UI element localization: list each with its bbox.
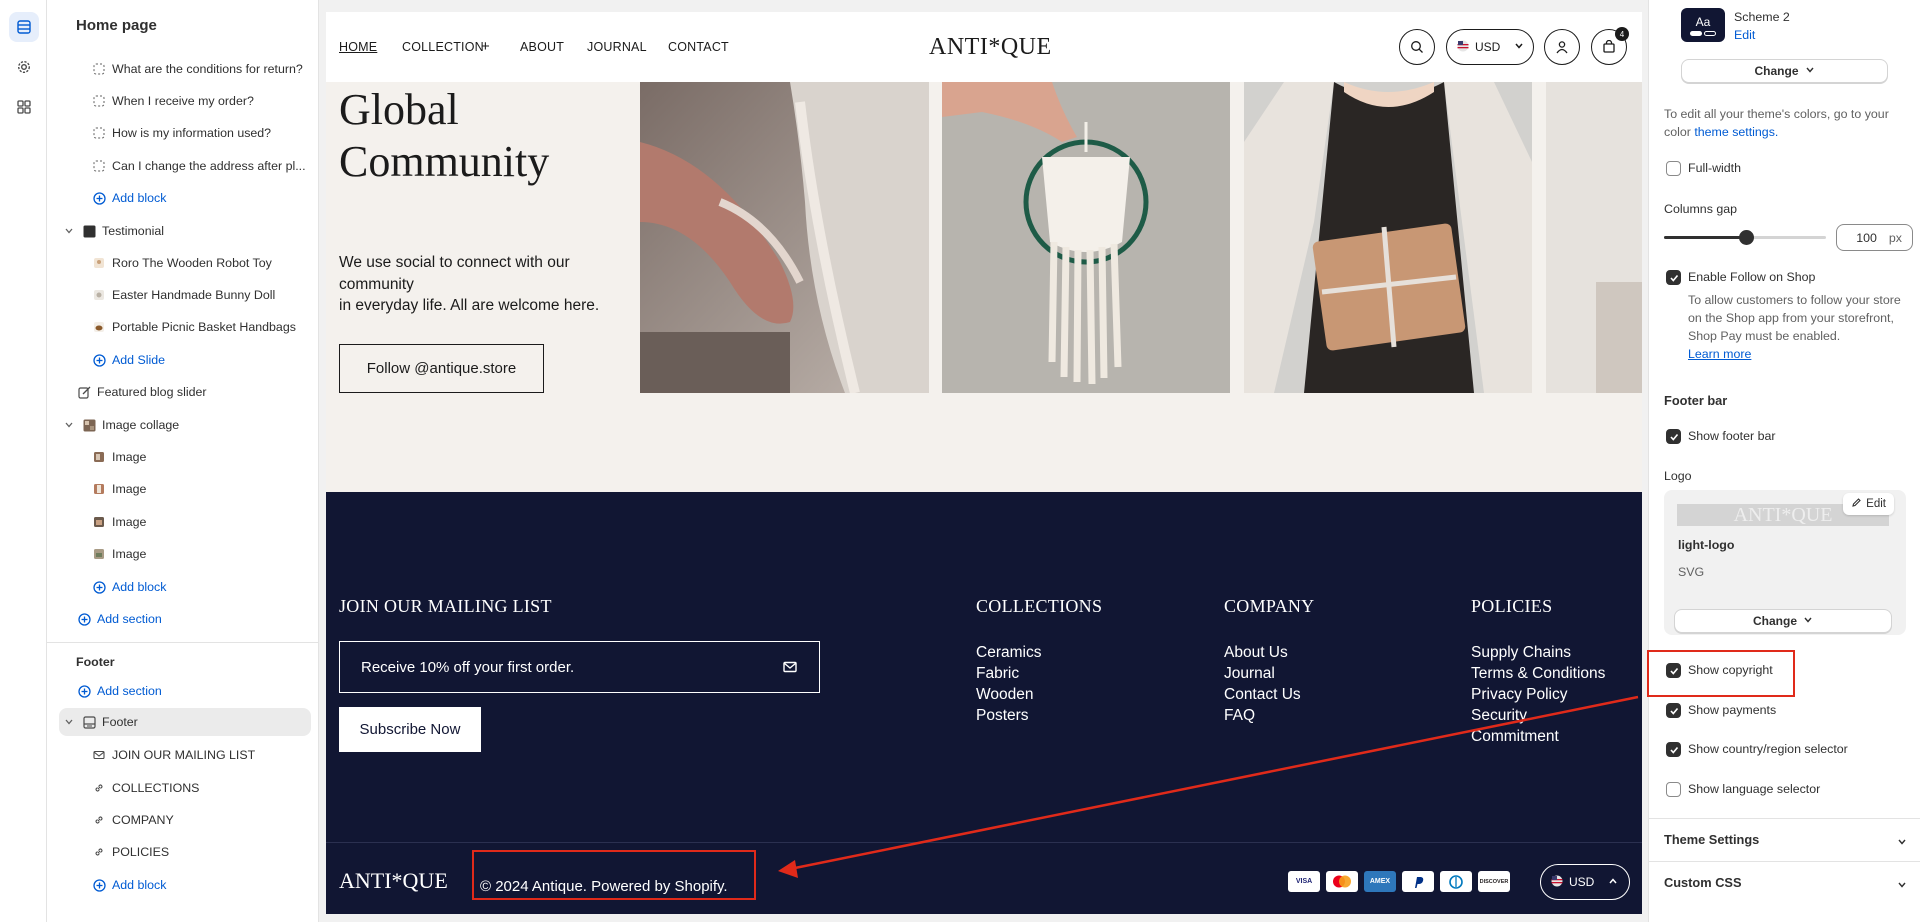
annotation-arrow <box>778 695 1639 878</box>
theme-editor: Home page What are the conditions for re… <box>0 0 1920 922</box>
